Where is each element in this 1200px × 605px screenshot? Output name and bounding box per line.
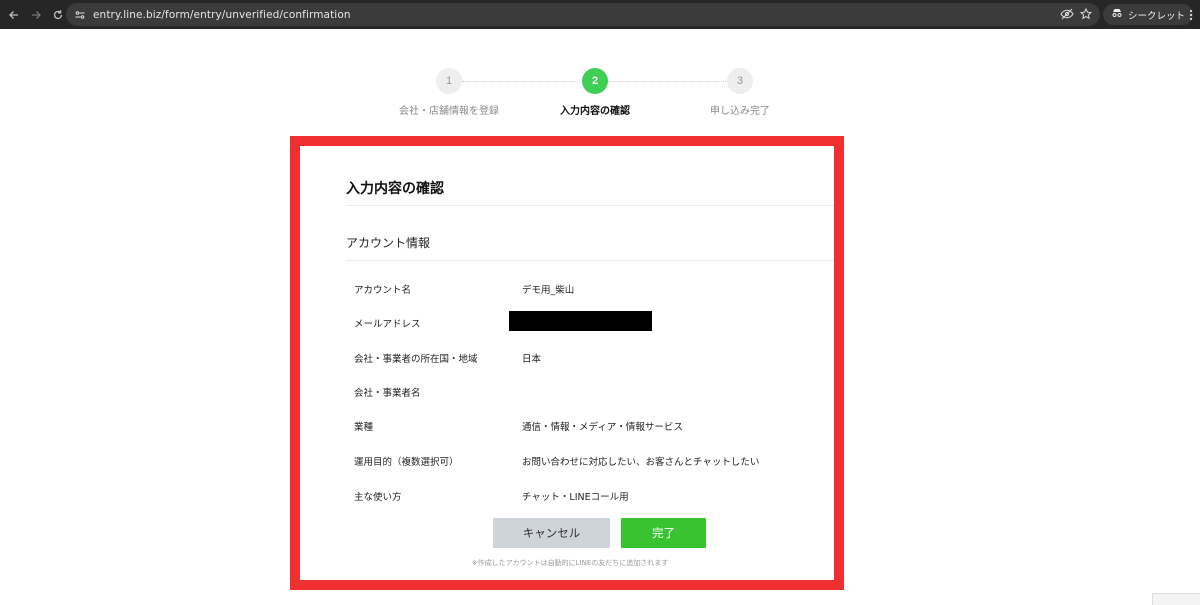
step-3-circle: 3 xyxy=(727,68,753,94)
step-connector xyxy=(608,81,726,82)
progress-stepper: 1 2 3 会社・店舗情報を登録 入力内容の確認 申し込み完了 xyxy=(0,0,1200,130)
field-label-usage: 主な使い方 xyxy=(354,492,402,503)
confirmation-card: 入力内容の確認 アカウント情報 アカウント名 デモ用_柴山 メールアドレス 会社… xyxy=(306,150,834,580)
footnote-text: ※作成したアカウントは自動的にLINEの友だちに追加されます xyxy=(471,559,669,567)
step-1-circle: 1 xyxy=(436,68,462,94)
field-label-purpose: 運用目的（複数選択可） xyxy=(354,457,459,468)
field-value-industry: 通信・情報・メディア・情報サービス xyxy=(522,422,683,433)
step-2-label: 入力内容の確認 xyxy=(560,106,630,117)
step-2-circle: 2 xyxy=(582,68,608,94)
step-connector xyxy=(462,81,580,82)
page-title: 入力内容の確認 xyxy=(346,181,444,197)
field-value-purpose: お問い合わせに対応したい、お客さんとチャットしたい xyxy=(522,457,760,468)
divider xyxy=(346,205,834,206)
field-label-country: 会社・事業者の所在国・地域 xyxy=(354,354,478,365)
step-1-label: 会社・店舗情報を登録 xyxy=(399,106,499,117)
field-label-account-name: アカウント名 xyxy=(354,285,412,296)
field-label-company-name: 会社・事業者名 xyxy=(354,388,421,399)
redacted-email-block xyxy=(509,311,652,331)
field-value-account-name: デモ用_柴山 xyxy=(522,285,575,296)
recaptcha-badge[interactable] xyxy=(1152,593,1200,605)
divider xyxy=(346,260,834,261)
field-value-country: 日本 xyxy=(522,354,542,365)
highlight-frame: 入力内容の確認 アカウント情報 アカウント名 デモ用_柴山 メールアドレス 会社… xyxy=(290,136,844,590)
done-button[interactable]: 完了 xyxy=(621,518,706,548)
field-label-email: メールアドレス xyxy=(354,319,421,330)
field-label-industry: 業種 xyxy=(354,422,374,433)
field-value-usage: チャット・LINEコール用 xyxy=(522,492,629,503)
section-title: アカウント情報 xyxy=(346,236,431,250)
cancel-button[interactable]: キャンセル xyxy=(493,518,610,548)
step-3-label: 申し込み完了 xyxy=(710,106,770,117)
